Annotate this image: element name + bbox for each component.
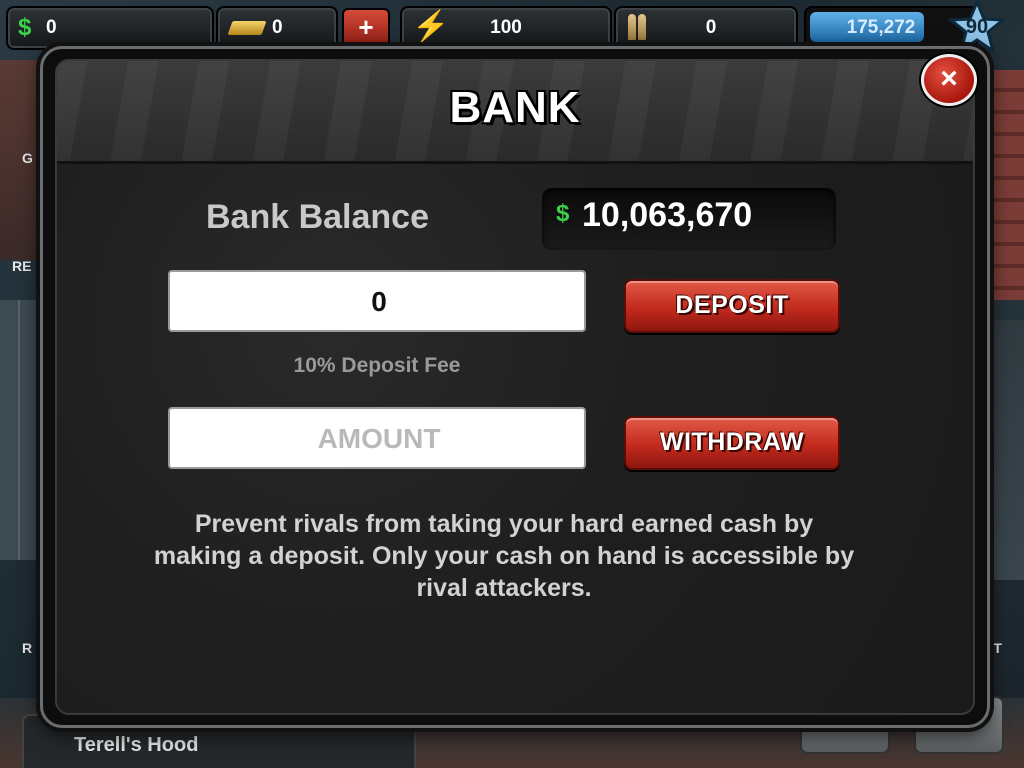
dialog-title: BANK (449, 83, 581, 132)
bank-balance-display: $ 10,063,670 (542, 188, 836, 250)
bank-dialog-header: BANK (57, 61, 973, 164)
bank-balance-label: Bank Balance (206, 198, 429, 236)
deposit-field[interactable] (168, 270, 588, 332)
map-label-left-2: RE (12, 258, 32, 274)
energy-value: 100 (490, 17, 522, 38)
cash-icon: $ (18, 14, 32, 41)
map-label-left-3: R (22, 640, 33, 656)
bank-balance-value: 10,063,670 (582, 196, 753, 234)
bank-info-text: Prevent rivals from taking your hard ear… (153, 510, 855, 602)
gold-counter: 0 (216, 6, 338, 50)
close-button[interactable]: × (921, 54, 977, 106)
xp-value: 175,272 (846, 17, 916, 38)
withdraw-amount-input[interactable] (170, 409, 588, 469)
cash-value: 0 (46, 17, 57, 38)
energy-counter: ⚡ 100 (400, 6, 612, 50)
withdraw-button[interactable]: WITHDRAW (624, 416, 840, 470)
withdraw-field[interactable] (168, 407, 588, 469)
deposit-button[interactable]: DEPOSIT (624, 279, 840, 333)
bank-dialog: BANK (40, 46, 990, 728)
add-gold-button[interactable]: + (342, 8, 390, 48)
cash-counter: $ 0 (6, 6, 214, 50)
ammo-value: 0 (705, 17, 717, 38)
level-value: 90 (965, 16, 989, 38)
deposit-amount-input[interactable] (170, 272, 588, 332)
ammo-counter: 0 (614, 6, 798, 50)
map-label-left-1: G (22, 150, 33, 166)
gold-value: 0 (272, 17, 283, 38)
gold-bar-icon (227, 21, 267, 35)
deposit-fee-label: 10% Deposit Fee (293, 354, 461, 377)
cash-icon: $ (556, 200, 570, 227)
bank-dialog-panel: BANK (55, 59, 975, 715)
hood-name: Terell's Hood (74, 734, 199, 756)
close-icon: × (940, 62, 958, 95)
